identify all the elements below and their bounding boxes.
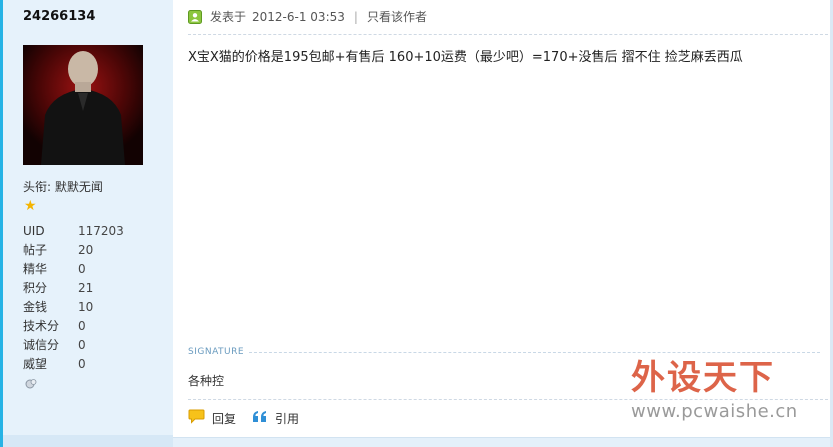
stat-trust: 诚信分 0 bbox=[23, 338, 86, 352]
quote-button[interactable]: 引用 bbox=[252, 410, 299, 427]
offline-status-icon[interactable] bbox=[25, 378, 37, 390]
post-main: 发表于 2012-6-1 03:53 | 只看该作者 X宝X猫的价格是195包邮… bbox=[173, 0, 830, 447]
user-title-label: 头衔: bbox=[23, 180, 52, 194]
stat-money: 金钱 10 bbox=[23, 300, 94, 314]
username-link[interactable]: 24266134 bbox=[23, 9, 95, 24]
user-online-icon bbox=[188, 9, 202, 24]
user-title-value: 默默无闻 bbox=[54, 180, 103, 194]
meta-separator: | bbox=[353, 9, 358, 24]
signature-text: 各种控 bbox=[188, 374, 225, 388]
sidebar-footer bbox=[3, 435, 173, 447]
post-meta: 发表于 2012-6-1 03:53 | 只看该作者 bbox=[188, 8, 427, 25]
post-content: X宝X猫的价格是195包邮+有售后 160+10运费（最少吧）=170+没售后 … bbox=[188, 50, 743, 65]
meta-divider bbox=[188, 34, 828, 35]
signature-label: SIGNATURE bbox=[188, 347, 249, 357]
site-watermark: 外设天下 www.pcwaishe.cn bbox=[631, 350, 831, 430]
stat-credits: 积分 21 bbox=[23, 281, 94, 295]
speech-bubble-icon bbox=[188, 409, 205, 427]
reply-button[interactable]: 回复 bbox=[188, 409, 236, 427]
reply-label: 回复 bbox=[212, 411, 237, 426]
posted-time: 2012-6-1 03:53 bbox=[252, 9, 345, 24]
stat-posts: 帖子 20 bbox=[23, 243, 94, 257]
post-actions: 回复 引用 bbox=[188, 409, 315, 427]
view-author-only-link[interactable]: 只看该作者 bbox=[367, 8, 427, 25]
watermark-title: 外设天下 bbox=[631, 358, 775, 398]
watermark-url: www.pcwaishe.cn bbox=[631, 401, 798, 422]
stat-uid: UID 117203 bbox=[23, 224, 124, 238]
stat-prestige: 威望 0 bbox=[23, 357, 86, 371]
user-title: 头衔: 默默无闻 bbox=[23, 178, 103, 195]
avatar[interactable] bbox=[23, 45, 143, 165]
quote-icon bbox=[252, 410, 268, 426]
star-icon: ★ bbox=[24, 198, 37, 214]
post-bottom-bar bbox=[173, 437, 830, 447]
quote-label: 引用 bbox=[275, 411, 300, 426]
stat-digest: 精华 0 bbox=[23, 262, 86, 276]
posted-label: 发表于 bbox=[210, 10, 247, 24]
stat-tech: 技术分 0 bbox=[23, 319, 86, 333]
user-stats: UID 117203 帖子 20 精华 0 积分 21 金钱 10 技术分 0 诚信分 0 威… bbox=[23, 222, 124, 374]
